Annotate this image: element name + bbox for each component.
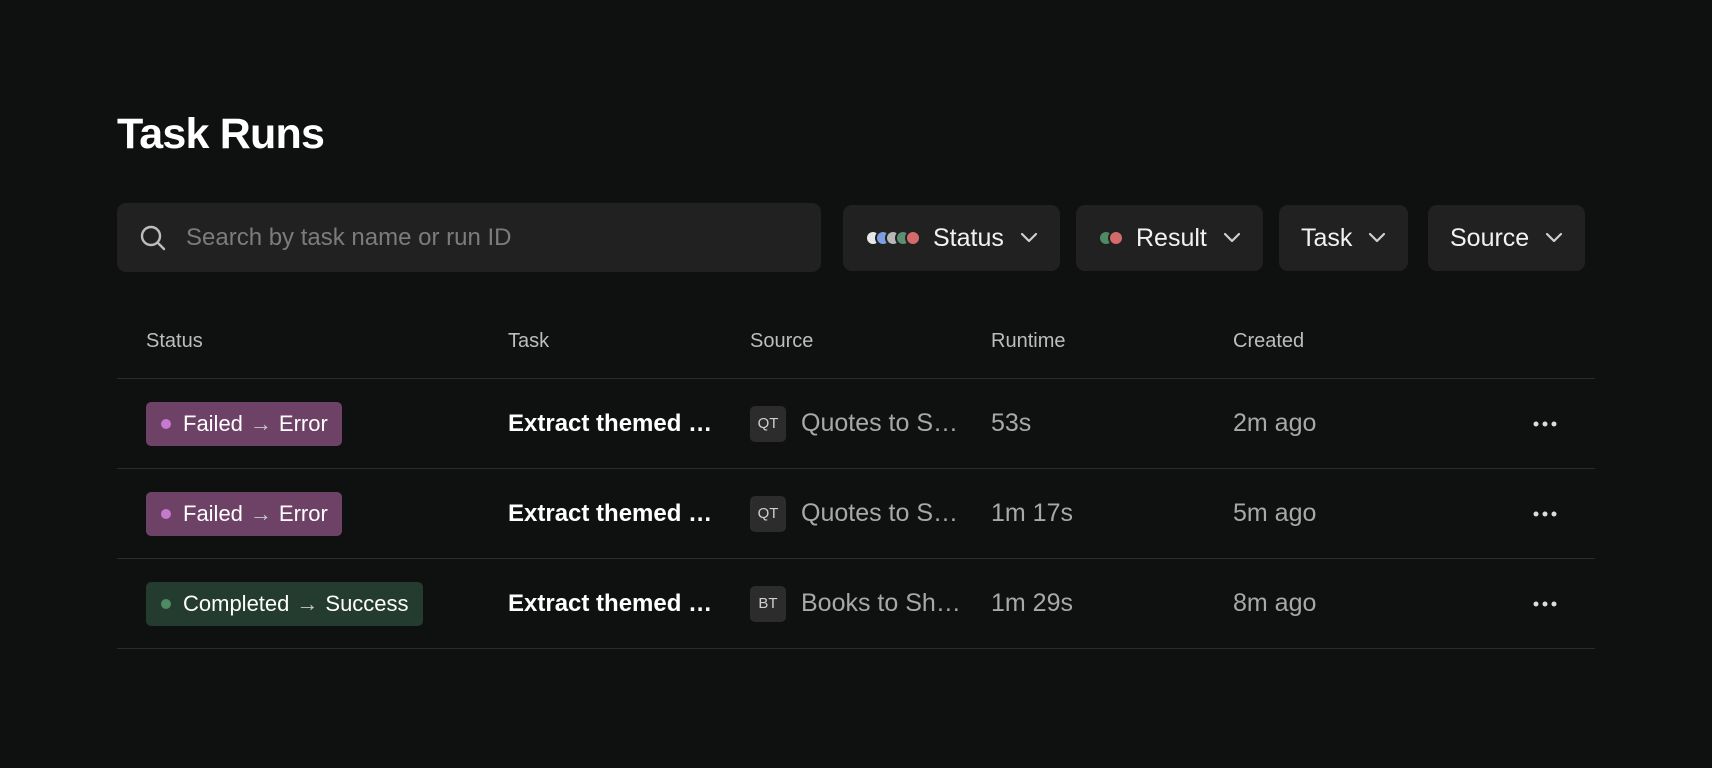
header-runtime[interactable]: Runtime [991, 330, 1065, 353]
header-status[interactable]: Status [146, 330, 203, 353]
arrow-right-icon: → [296, 590, 319, 616]
status-dot [161, 598, 171, 609]
status-text: Failed [183, 410, 243, 436]
source-avatar: QT [750, 495, 786, 532]
chevron-down-icon [1020, 232, 1037, 243]
runtime-cell: 1m 29s [991, 589, 1073, 617]
result-text: Error [278, 500, 328, 526]
source-name[interactable]: Books to Sheets [801, 589, 963, 618]
task-runs-page: Task Runs Status Result Task [0, 0, 1712, 768]
row-actions-button[interactable] [1533, 469, 1557, 558]
table-row[interactable]: Completed → Success Extract themed quote… [117, 559, 1595, 649]
result-text: Error [278, 410, 328, 436]
page-title: Task Runs [117, 110, 325, 158]
arrow-right-icon: → [249, 500, 272, 526]
more-horizontal-icon [1533, 601, 1557, 606]
source-cell: BT Books to Sheets [750, 559, 963, 648]
status-cell: Completed → Success [146, 559, 423, 648]
source-filter-button[interactable]: Source [1428, 205, 1586, 271]
status-filter-label: Status [933, 223, 1004, 252]
source-filter-label: Source [1450, 223, 1530, 252]
task-name[interactable]: Extract themed quotes [508, 590, 718, 618]
task-cell: Extract themed quotes [508, 379, 718, 468]
chevron-down-icon [1223, 232, 1240, 243]
more-horizontal-icon [1533, 511, 1557, 516]
status-cell: Failed → Error [146, 469, 342, 558]
search-icon [140, 225, 166, 250]
created-cell: 2m ago [1233, 409, 1317, 437]
task-cell: Extract themed quotes [508, 559, 718, 648]
chevron-down-icon [1369, 232, 1386, 243]
task-cell: Extract themed quotes [508, 469, 718, 558]
header-created[interactable]: Created [1233, 330, 1304, 353]
task-filter-button[interactable]: Task [1279, 205, 1409, 271]
table-row[interactable]: Failed → Error Extract themed quotes QT … [117, 469, 1595, 559]
task-runs-table: Status Task Source Runtime Created Faile… [117, 306, 1595, 649]
table-row[interactable]: Failed → Error Extract themed quotes QT … [117, 379, 1595, 469]
row-actions-button[interactable] [1533, 559, 1557, 648]
status-text: Completed [183, 590, 290, 616]
toolbar: Status Result Task Source [117, 203, 1595, 273]
status-dot [161, 418, 171, 429]
runtime-cell: 53s [991, 409, 1032, 437]
source-avatar: QT [750, 405, 786, 442]
source-cell: QT Quotes to Sheets [750, 379, 963, 468]
color-dot [1108, 230, 1124, 246]
result-filter-button[interactable]: Result [1076, 205, 1263, 271]
status-badge: Failed → Error [146, 491, 342, 536]
color-dot [905, 230, 921, 246]
source-name[interactable]: Quotes to Sheets [801, 409, 963, 438]
search-box[interactable] [117, 203, 821, 272]
row-actions-button[interactable] [1533, 379, 1557, 468]
task-name[interactable]: Extract themed quotes [508, 410, 718, 438]
status-text: Failed [183, 500, 243, 526]
created-cell: 8m ago [1233, 589, 1317, 617]
result-dots [1098, 230, 1124, 246]
source-cell: QT Quotes to Sheets [750, 469, 963, 558]
status-dots [865, 230, 921, 246]
arrow-right-icon: → [249, 410, 272, 436]
more-horizontal-icon [1533, 421, 1557, 426]
result-filter-label: Result [1136, 223, 1207, 252]
created-cell: 5m ago [1233, 499, 1317, 527]
header-source[interactable]: Source [750, 330, 813, 353]
status-badge: Completed → Success [146, 581, 423, 626]
task-filter-label: Task [1301, 223, 1353, 252]
search-input[interactable] [184, 222, 788, 253]
status-filter-button[interactable]: Status [843, 205, 1060, 271]
status-dot [161, 508, 171, 519]
status-badge: Failed → Error [146, 401, 342, 446]
source-avatar: BT [750, 585, 786, 622]
table-header: Status Task Source Runtime Created [117, 306, 1595, 379]
result-text: Success [325, 590, 409, 616]
runtime-cell: 1m 17s [991, 499, 1073, 527]
status-cell: Failed → Error [146, 379, 342, 468]
source-name[interactable]: Quotes to Sheets [801, 499, 963, 528]
chevron-down-icon [1546, 232, 1563, 243]
header-task[interactable]: Task [508, 330, 549, 353]
task-name[interactable]: Extract themed quotes [508, 500, 718, 528]
